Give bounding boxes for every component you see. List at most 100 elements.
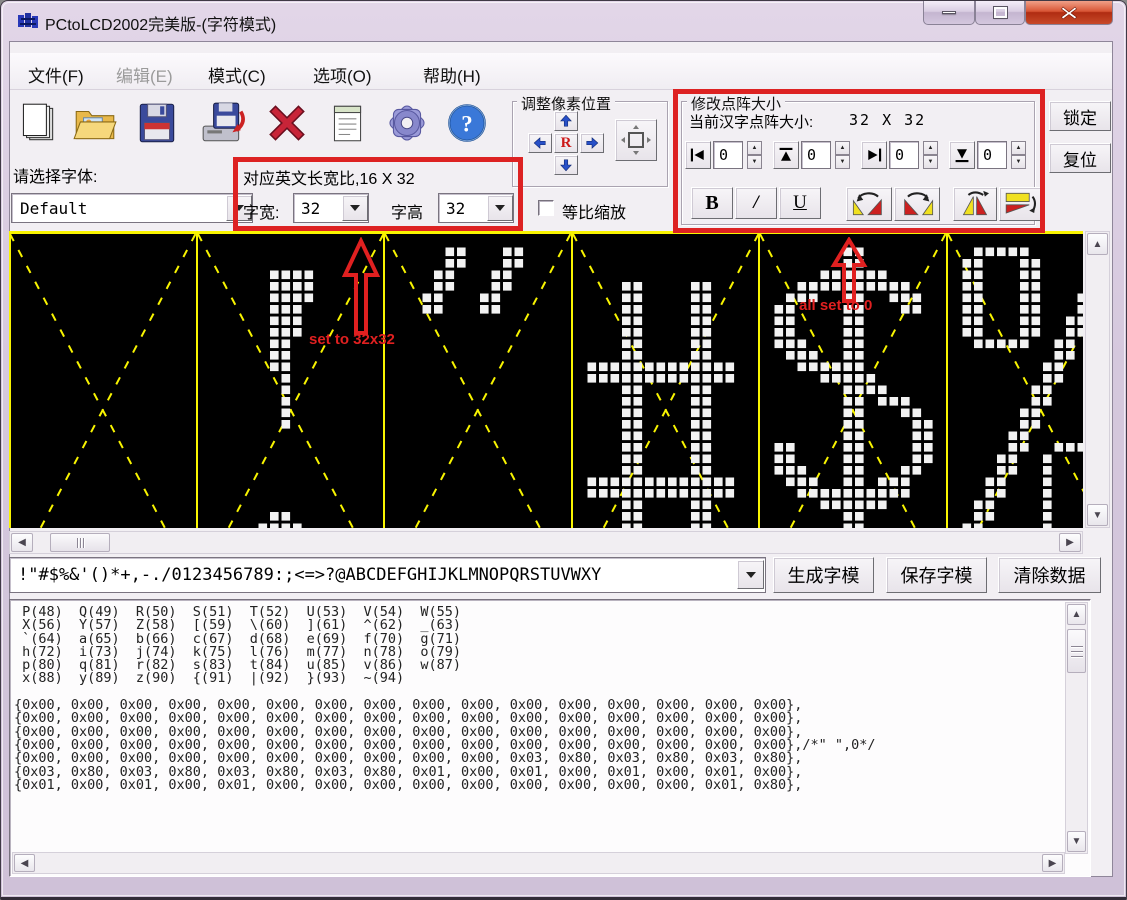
rotate-left-button[interactable]	[846, 187, 892, 221]
lcd-hscroll-thumb[interactable]	[50, 533, 110, 552]
output-vscroll-thumb[interactable]	[1067, 629, 1086, 673]
move-up-button[interactable]	[554, 111, 578, 131]
scale-checkbox-label: 等比缩放	[562, 199, 626, 223]
scroll-up-icon[interactable]: ▲	[1087, 233, 1108, 255]
scroll-down-icon[interactable]: ▼	[1087, 504, 1108, 526]
open-file-icon[interactable]	[71, 99, 119, 147]
lcd-glyph-layer[interactable]	[9, 231, 1083, 528]
scroll-right-icon[interactable]: ▶	[1059, 533, 1081, 552]
reset-button[interactable]: 复位	[1049, 143, 1111, 173]
right-edge-button[interactable]	[861, 141, 887, 169]
arrow-right-icon	[585, 136, 599, 150]
spin-down-icon[interactable]: ▼	[835, 155, 850, 169]
menu-help[interactable]: 帮助(H)	[417, 59, 487, 90]
menu-mode[interactable]: 模式(C)	[202, 59, 272, 90]
scroll-up-icon[interactable]: ▲	[1067, 604, 1086, 625]
italic-button[interactable]: /	[735, 187, 777, 219]
spin-down-icon[interactable]: ▼	[923, 155, 938, 169]
reset-position-button[interactable]: R	[554, 133, 578, 153]
menu-options[interactable]: 选项(O)	[307, 59, 378, 90]
settings-icon[interactable]	[383, 99, 431, 147]
scroll-right-icon[interactable]: ▶	[1042, 854, 1063, 872]
right-edge-spinner[interactable]: ▲▼	[923, 141, 938, 169]
lcd-cell-hash[interactable]	[572, 234, 760, 528]
spin-up-icon[interactable]: ▲	[835, 141, 850, 155]
charset-dropdown-button[interactable]	[737, 560, 764, 589]
lcd-cell-space[interactable]	[9, 234, 197, 528]
clear-data-button[interactable]: 清除数据	[998, 557, 1101, 593]
font-select-combo[interactable]: Default	[11, 193, 253, 223]
svg-text:?: ?	[461, 111, 472, 136]
move-left-button[interactable]	[528, 133, 552, 153]
scale-checkbox[interactable]	[538, 200, 554, 216]
char-width-dropdown-button[interactable]	[342, 195, 368, 221]
charset-value: !"#$%&'()*+,-./0123456789:;<=>?@ABCDEFGH…	[10, 565, 601, 585]
save-to-disk-icon[interactable]	[199, 99, 247, 147]
char-width-combo[interactable]: 32	[293, 193, 369, 223]
right-edge-value[interactable]: 0	[889, 141, 919, 169]
lcd-preview[interactable]: set to 32x32 all set to 0	[9, 231, 1083, 528]
scroll-down-icon[interactable]: ▼	[1067, 831, 1086, 852]
bold-button[interactable]: B	[691, 187, 733, 219]
lcd-vscrollbar[interactable]: ▲ ▼	[1085, 231, 1110, 528]
bottom-edge-value[interactable]: 0	[977, 141, 1007, 169]
generate-label: 生成字模	[788, 562, 860, 588]
spin-up-icon[interactable]: ▲	[1011, 141, 1026, 155]
charset-combo[interactable]: !"#$%&'()*+,-./0123456789:;<=>?@ABCDEFGH…	[9, 557, 766, 593]
center-glyph-button[interactable]	[615, 119, 657, 161]
output-vscrollbar[interactable]: ▲ ▼	[1065, 602, 1088, 854]
menu-file[interactable]: 文件(F)	[22, 59, 90, 90]
left-edge-button[interactable]	[685, 141, 711, 169]
maximize-icon	[994, 7, 1007, 18]
output-text: P(48) Q(49) R(50) S(51) T(52) U(53) V(54…	[14, 606, 876, 792]
char-height-label: 字高	[391, 199, 423, 223]
spin-up-icon[interactable]: ▲	[747, 141, 762, 155]
reset-label: 复位	[1063, 146, 1097, 171]
lock-button[interactable]: 锁定	[1049, 101, 1111, 131]
lcd-cell-separator	[758, 231, 760, 528]
clipboard-icon[interactable]	[323, 99, 371, 147]
center-fit-icon	[619, 123, 653, 157]
flip-horizontal-button[interactable]	[953, 187, 997, 221]
generate-button[interactable]: 生成字模	[773, 557, 874, 593]
char-width-value: 32	[294, 199, 320, 218]
underline-button[interactable]: U	[779, 187, 821, 219]
scroll-left-icon[interactable]: ◀	[11, 533, 33, 552]
output-area[interactable]: P(48) Q(49) R(50) S(51) T(52) U(53) V(54…	[9, 599, 1091, 877]
left-edge-value[interactable]: 0	[713, 141, 743, 169]
thumb-grip	[83, 538, 84, 548]
char-height-dropdown-button[interactable]	[487, 195, 513, 221]
help-icon[interactable]: ?	[443, 99, 491, 147]
save-font-button[interactable]: 保存字模	[886, 557, 987, 593]
minimize-button[interactable]	[923, 1, 975, 25]
top-edge-spinner[interactable]: ▲▼	[835, 141, 850, 169]
menu-edit[interactable]: 编辑(E)	[110, 59, 179, 90]
scroll-left-icon[interactable]: ◀	[14, 854, 35, 872]
char-height-combo[interactable]: 32	[438, 193, 514, 223]
thumb-grip	[1071, 646, 1083, 647]
spin-down-icon[interactable]: ▼	[1011, 155, 1026, 169]
rotate-right-button[interactable]	[894, 187, 940, 221]
left-edge-spinner[interactable]: ▲▼	[747, 141, 762, 169]
bottom-edge-button[interactable]	[949, 141, 975, 169]
lcd-cell-double-quote[interactable]	[384, 234, 572, 528]
move-right-button[interactable]	[580, 133, 604, 153]
new-document-icon[interactable]	[13, 99, 61, 147]
delete-icon[interactable]	[263, 99, 311, 147]
save-icon[interactable]	[133, 99, 181, 147]
spin-down-icon[interactable]: ▼	[747, 155, 762, 169]
move-down-button[interactable]	[554, 155, 578, 175]
lcd-cell-percent[interactable]	[947, 234, 1084, 528]
spin-up-icon[interactable]: ▲	[923, 141, 938, 155]
chevron-down-icon	[495, 205, 505, 211]
bottom-edge-icon	[952, 145, 972, 165]
close-button[interactable]	[1025, 1, 1113, 25]
top-edge-button[interactable]	[773, 141, 799, 169]
lock-label: 锁定	[1063, 104, 1097, 129]
output-hscrollbar[interactable]: ◀ ▶	[12, 852, 1065, 874]
maximize-button[interactable]	[975, 1, 1025, 25]
bottom-edge-spinner[interactable]: ▲▼	[1011, 141, 1026, 169]
top-edge-value[interactable]: 0	[801, 141, 831, 169]
flip-vertical-button[interactable]	[999, 187, 1043, 221]
lcd-hscrollbar[interactable]: ◀ ▶	[9, 531, 1083, 554]
